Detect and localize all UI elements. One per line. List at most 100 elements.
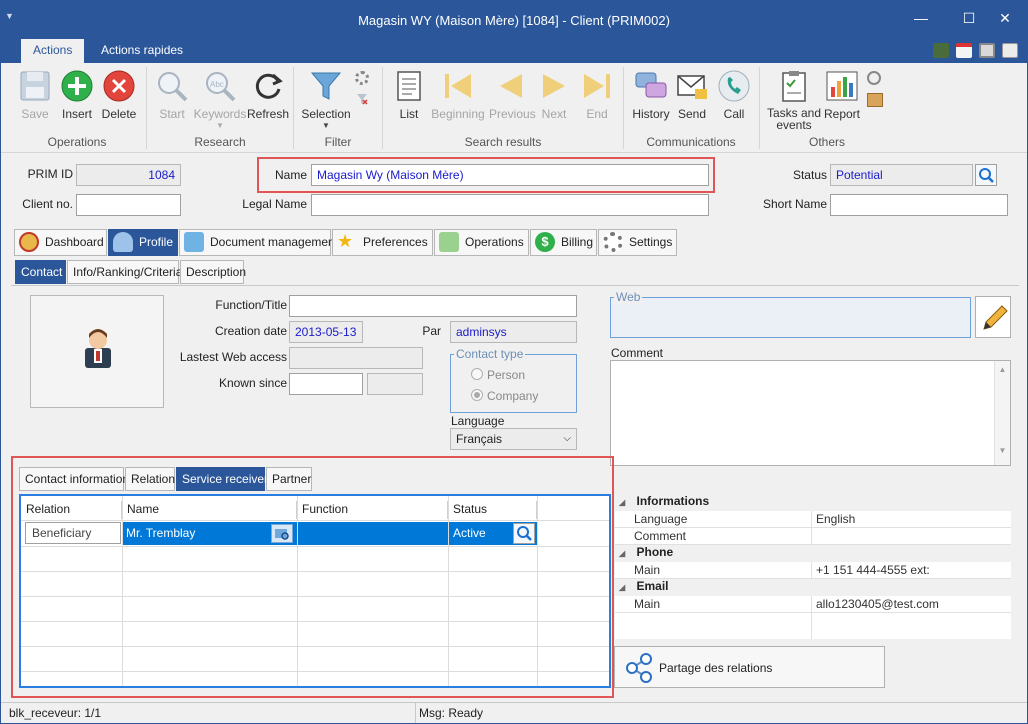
- group-communications: Communications: [646, 135, 736, 149]
- close-button[interactable]: ✕: [985, 5, 1025, 31]
- selection-button[interactable]: Selection ▼: [298, 67, 354, 130]
- subtab-info-ranking[interactable]: Info/Ranking/Criteria: [67, 260, 182, 284]
- client-no-input[interactable]: [76, 194, 181, 216]
- known-since-input[interactable]: [289, 373, 363, 395]
- comment-scrollbar[interactable]: ▲ ▼: [994, 361, 1010, 465]
- status-lookup-button[interactable]: [513, 523, 535, 544]
- person-radio[interactable]: [471, 368, 483, 380]
- beginning-button[interactable]: Beginning: [429, 67, 487, 121]
- column-header-relation[interactable]: Relation: [21, 501, 122, 519]
- email-section[interactable]: ◢ Email: [615, 579, 1011, 596]
- clear-filter-icon[interactable]: [356, 93, 368, 105]
- web-group[interactable]: [610, 297, 971, 338]
- creation-date-field: 2013-05-13: [289, 321, 363, 343]
- save-button[interactable]: Save: [15, 67, 55, 121]
- start-button[interactable]: Start: [151, 67, 193, 121]
- next-button[interactable]: Next: [535, 67, 573, 121]
- end-button[interactable]: End: [577, 67, 617, 121]
- scroll-down-icon: ▼: [998, 446, 1007, 455]
- tab-document-management[interactable]: Document management: [179, 229, 338, 256]
- clock-icon[interactable]: [867, 71, 881, 85]
- magnifier-icon: [155, 69, 189, 103]
- informations-section[interactable]: ◢ Informations: [615, 494, 1011, 511]
- history-button[interactable]: History: [629, 67, 673, 121]
- status-search-button[interactable]: [975, 164, 997, 186]
- company-radio[interactable]: [471, 389, 483, 401]
- collapse-icon: ◢: [619, 498, 626, 507]
- tab-preferences[interactable]: ★ Preferences: [332, 229, 433, 256]
- selection-label: Selection: [301, 107, 351, 121]
- prim-id-label: PRIM ID: [27, 167, 73, 181]
- tab-contact-information[interactable]: Contact information: [19, 467, 129, 491]
- tab-relation[interactable]: Relation: [125, 467, 175, 491]
- last-record-icon: [580, 69, 614, 103]
- language-select-value: Français: [456, 432, 503, 446]
- previous-button[interactable]: Previous: [489, 67, 536, 121]
- tab-actions[interactable]: Actions: [21, 39, 85, 63]
- language-property-row[interactable]: Language English: [615, 511, 1011, 528]
- tab-billing[interactable]: $ Billing: [530, 229, 597, 256]
- calendar-icon[interactable]: [956, 43, 972, 58]
- name-input[interactable]: Magasin Wy (Maison Mère): [311, 164, 709, 186]
- title-bar: ▼ Magasin WY (Maison Mère) [1084] - Clie…: [1, 1, 1027, 39]
- subtab-description[interactable]: Description: [180, 260, 246, 284]
- short-name-input[interactable]: [830, 194, 1008, 216]
- folder-icon: [184, 231, 204, 252]
- send-button[interactable]: Send: [673, 67, 711, 121]
- ribbon-separator: [623, 67, 624, 149]
- delete-label: Delete: [101, 107, 137, 121]
- maximize-button[interactable]: ☐: [949, 5, 989, 31]
- par-field: adminsys: [450, 321, 577, 343]
- minimize-button[interactable]: —: [901, 5, 941, 31]
- comment-textarea[interactable]: ▲ ▼: [610, 360, 1011, 466]
- tab-quick-actions[interactable]: Actions rapides: [89, 39, 195, 63]
- phone-section[interactable]: ◢ Phone: [615, 545, 1011, 562]
- tasks-events-button[interactable]: Tasks and events: [763, 67, 825, 131]
- share-relations-button[interactable]: Partage des relations: [614, 646, 885, 688]
- tab-service-receiver[interactable]: Service receiver: [176, 467, 268, 491]
- keywords-button[interactable]: Abc Keywords ▼: [193, 67, 247, 130]
- company-radio-label: Company: [487, 389, 539, 403]
- ribbon: Save Insert Delete Operations Start Abc: [1, 63, 1027, 153]
- function-cell[interactable]: [297, 522, 448, 545]
- tab-profile[interactable]: Profile: [108, 229, 178, 256]
- legal-name-input[interactable]: [311, 194, 709, 216]
- filter-settings-gear-icon[interactable]: [355, 71, 369, 85]
- inbox-tray-icon[interactable]: [867, 93, 883, 107]
- language-select[interactable]: Français ⌵: [450, 428, 577, 450]
- grid-line: [21, 596, 609, 597]
- tab-dashboard[interactable]: Dashboard: [14, 229, 107, 256]
- language-label: Language: [451, 414, 505, 428]
- column-header-function[interactable]: Function: [297, 501, 448, 519]
- next-label: Next: [541, 107, 567, 121]
- par-label: Par: [422, 324, 441, 338]
- tab-operations[interactable]: Operations: [434, 229, 529, 256]
- column-header-status[interactable]: Status: [448, 501, 537, 519]
- relation-cell[interactable]: Beneficiary: [25, 522, 121, 544]
- report-button[interactable]: Report: [821, 67, 863, 121]
- calculator-icon[interactable]: [933, 43, 949, 58]
- lock-icon[interactable]: [979, 43, 995, 58]
- email-main-row[interactable]: Main allo1230405@test.com: [615, 596, 1011, 613]
- comment-property-row[interactable]: Comment: [615, 528, 1011, 545]
- phone-main-row[interactable]: Main +1 151 444-4555 ext:: [615, 562, 1011, 579]
- function-title-input[interactable]: [289, 295, 577, 317]
- group-filter: Filter: [324, 135, 352, 149]
- tab-partner[interactable]: Partner: [266, 467, 312, 491]
- column-header-name[interactable]: Name: [122, 501, 297, 519]
- save-label: Save: [21, 107, 49, 121]
- delete-button[interactable]: Delete: [99, 67, 139, 121]
- tab-settings[interactable]: Settings: [598, 229, 677, 256]
- name-lookup-button[interactable]: [271, 524, 293, 543]
- refresh-button[interactable]: Refresh: [247, 67, 289, 121]
- profile-person-icon: [113, 231, 133, 252]
- table-row[interactable]: Beneficiary Mr. Tremblay Active: [21, 522, 537, 545]
- insert-button[interactable]: Insert: [57, 67, 97, 121]
- expand-window-icon[interactable]: [1002, 43, 1018, 58]
- contact-type-label: Contact type: [454, 347, 526, 361]
- subtab-contact[interactable]: Contact: [15, 260, 66, 284]
- list-button[interactable]: List: [391, 67, 427, 121]
- contact-photo-frame[interactable]: [30, 295, 164, 408]
- call-button[interactable]: Call: [715, 67, 753, 121]
- edit-web-button[interactable]: [975, 296, 1011, 338]
